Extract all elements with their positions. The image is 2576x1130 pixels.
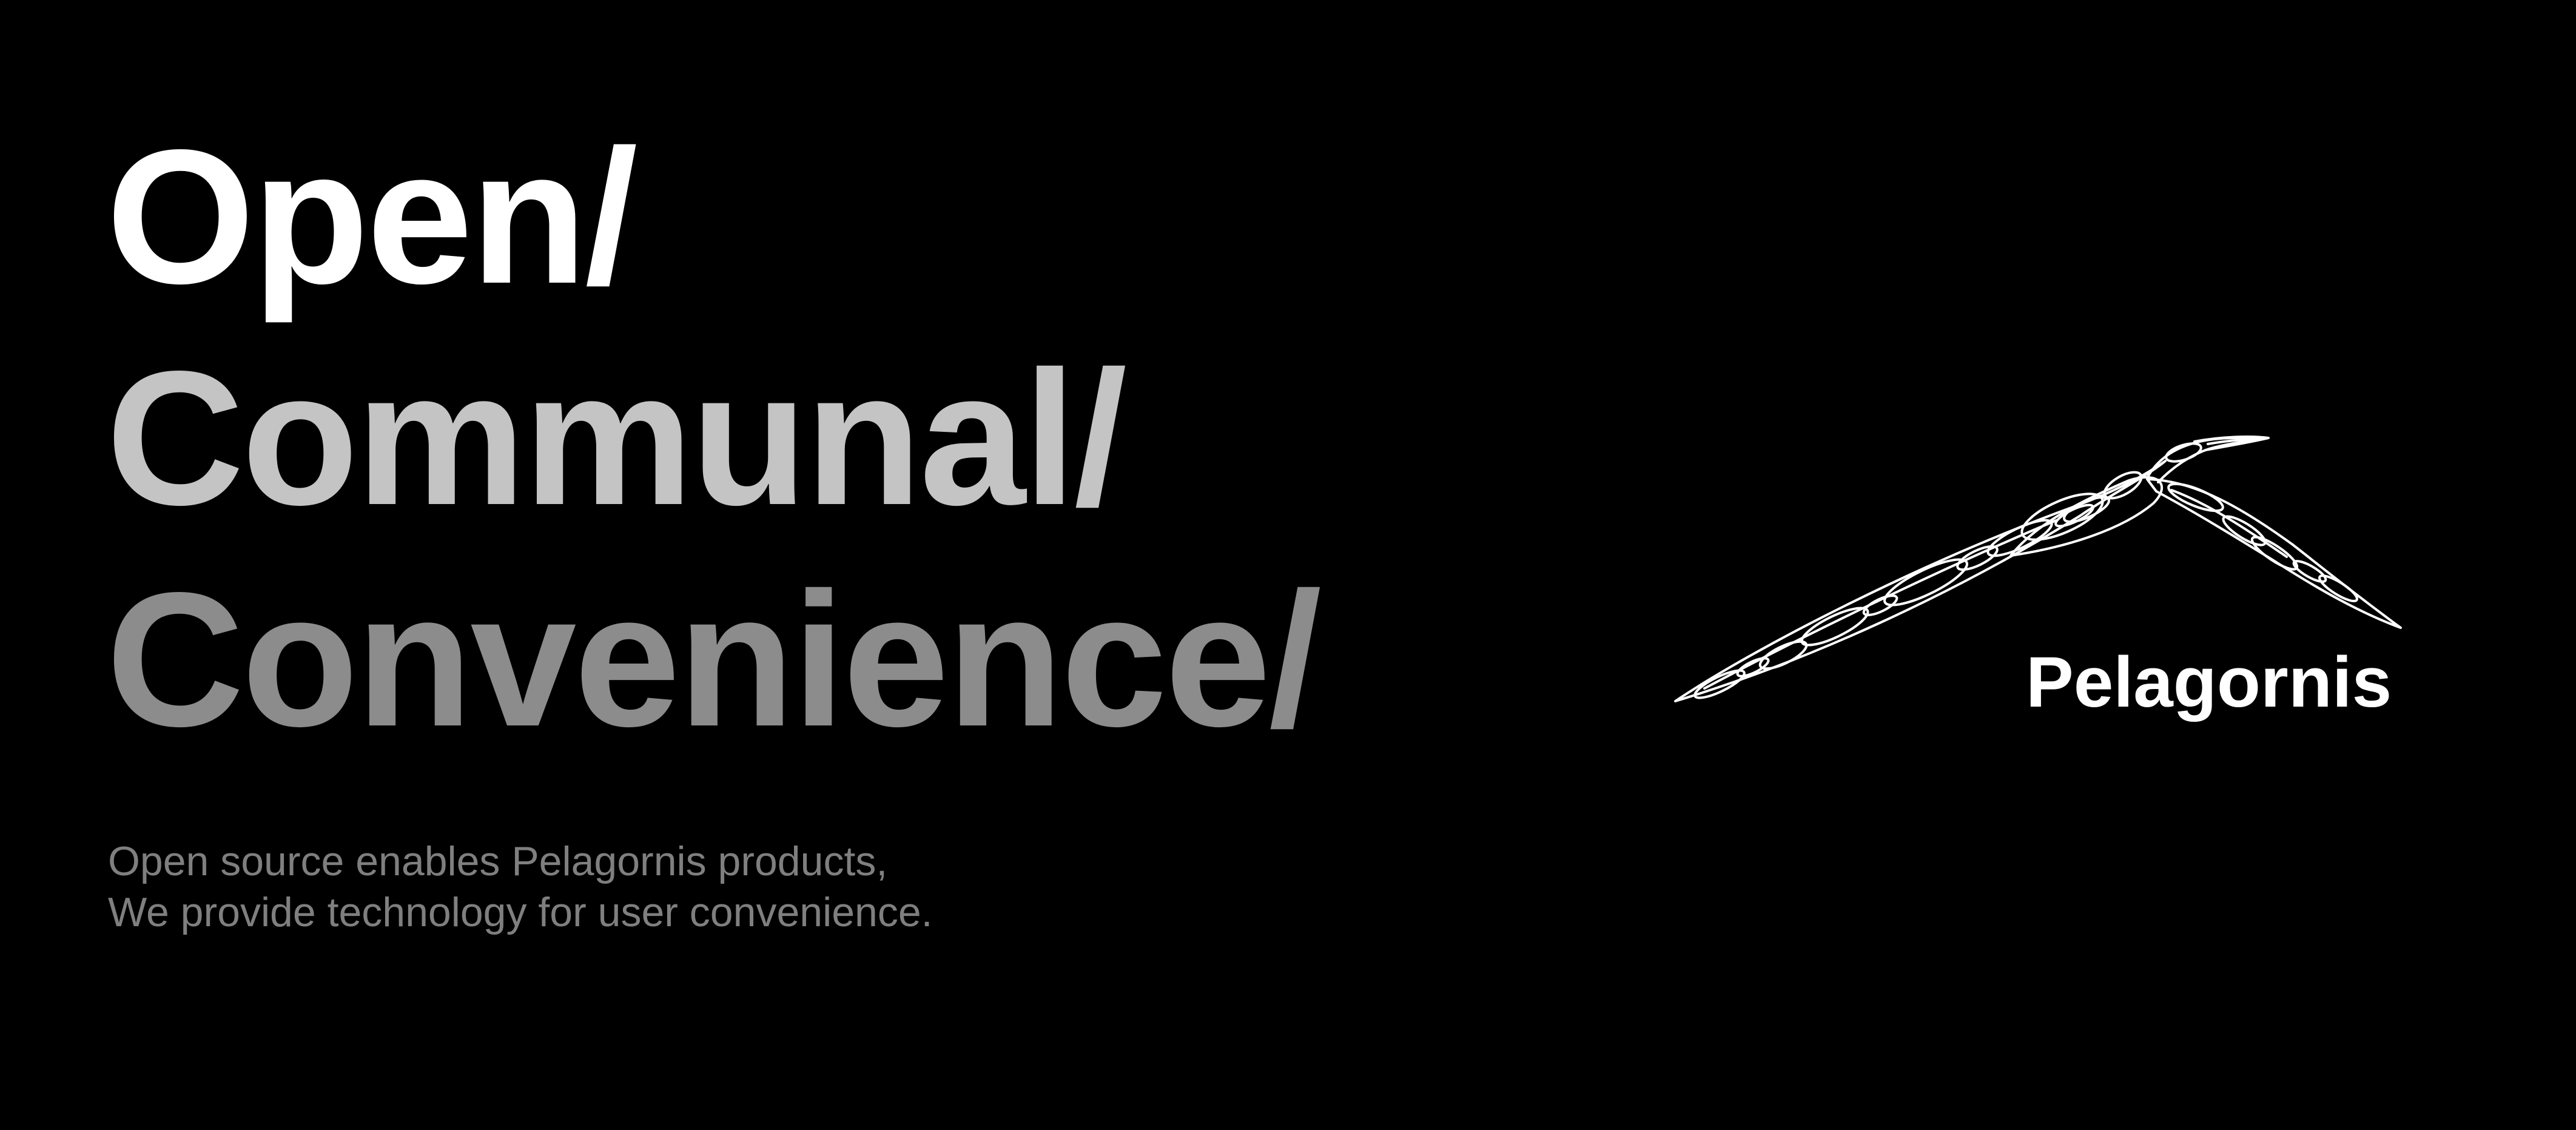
headline-line-convenience: Convenience/ (106, 553, 1322, 766)
headline: Open/ Communal/ Convenience/ (106, 106, 1322, 770)
tagline: Open source enables Pelagornis products,… (108, 836, 933, 938)
pelagornis-logo: Pelagornis (1662, 412, 2414, 728)
banner-page: { "headline": { "lines": [ {"text": "Ope… (0, 0, 2576, 1130)
headline-line-open: Open/ (106, 110, 638, 323)
tagline-line-2: We provide technology for user convenien… (108, 889, 933, 935)
logo-wordmark: Pelagornis (2026, 642, 2392, 722)
headline-line-communal: Communal/ (106, 331, 1127, 545)
tagline-line-1: Open source enables Pelagornis products, (108, 838, 888, 884)
